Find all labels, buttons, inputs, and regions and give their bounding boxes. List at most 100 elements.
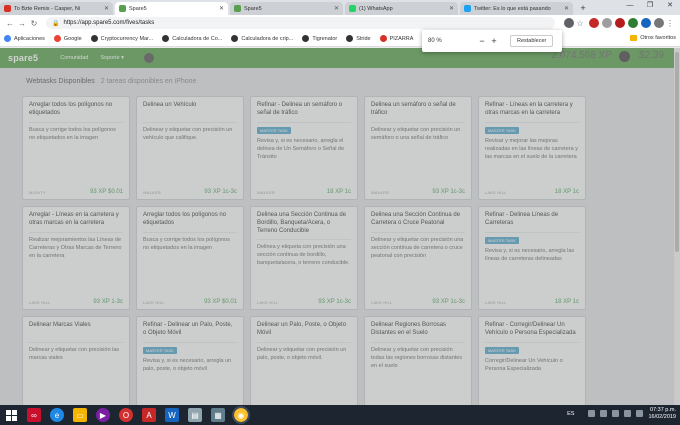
task-card[interactable]: Delinea un semáforo o señal de tráfico De… xyxy=(364,96,472,200)
close-tab-icon[interactable]: ✕ xyxy=(334,5,339,12)
task-card[interactable]: Delinea una Sección Continua de Bordillo… xyxy=(250,206,358,310)
clock[interactable]: 07:37 p.m. 16/02/2019 xyxy=(648,407,676,421)
app-icon[interactable]: ▦ xyxy=(211,408,225,422)
clock-date: 16/02/2019 xyxy=(648,413,676,420)
browser-toolbar: ← → ↻ 🔒 https://app.spare5.com/fives/tas… xyxy=(0,15,680,31)
task-card[interactable]: Refinar - Delinea Líneas de Carreteras MA… xyxy=(478,206,586,310)
browser-tab[interactable]: To Bzte Remix - Casper, Ni ✕ xyxy=(0,2,113,15)
close-tab-icon[interactable]: ✕ xyxy=(449,5,454,12)
browser-tab[interactable]: Spare5 ✕ xyxy=(230,2,343,15)
bookmark-icon xyxy=(346,35,354,42)
windows-start-icon[interactable] xyxy=(4,408,18,422)
bookmark-item[interactable]: Tigrenator xyxy=(302,35,337,42)
bookmark-item[interactable]: Calculadora de Co... xyxy=(162,35,222,42)
browser-tab[interactable]: (1) WhatsApp ✕ xyxy=(345,2,458,15)
header-avatar[interactable] xyxy=(143,53,154,63)
tray-icon[interactable] xyxy=(588,410,596,418)
task-owner: WALKER xyxy=(371,189,389,195)
reload-icon[interactable]: ↻ xyxy=(28,19,40,28)
address-bar[interactable]: 🔒 https://app.spare5.com/fives/tasks xyxy=(46,17,555,29)
tab-title: (1) WhatsApp xyxy=(359,5,393,12)
task-card[interactable]: Delinea una Sección Continua de Carreter… xyxy=(364,206,472,310)
task-owner: WALKER xyxy=(143,189,161,195)
language-indicator[interactable]: ES xyxy=(567,411,574,417)
close-tab-icon[interactable]: ✕ xyxy=(104,5,109,12)
bookmark-item[interactable]: Calculadora de crip... xyxy=(231,35,293,42)
network-icon[interactable] xyxy=(624,410,632,418)
browser-tab[interactable]: Twitter: Es lo que está pasando ✕ xyxy=(460,2,573,15)
zoom-out-button[interactable]: − xyxy=(476,36,488,46)
iphone-tasks-note: 2 tareas disponibles en iPhone xyxy=(100,78,197,85)
menu-icon[interactable]: ⋮ xyxy=(664,19,676,28)
acrobat-icon[interactable]: A xyxy=(142,408,156,422)
bookmark-item[interactable]: PIZARRA xyxy=(379,35,413,42)
bookmark-item[interactable]: Google xyxy=(53,35,82,42)
task-owner: LAKE HILL xyxy=(29,299,51,305)
browser-tab[interactable]: Spare5 ✕ xyxy=(115,2,228,15)
close-tab-icon[interactable]: ✕ xyxy=(219,5,224,12)
opera-icon[interactable]: O xyxy=(119,408,133,422)
notes-icon[interactable]: ▤ xyxy=(188,408,202,422)
media-icon[interactable]: ▶ xyxy=(96,408,110,422)
task-title: Delinea un semáforo o señal de tráfico xyxy=(371,101,465,123)
task-card[interactable]: Refinar - Delinea un semáforo o señal de… xyxy=(250,96,358,200)
minimize-button[interactable]: — xyxy=(620,0,640,12)
task-card[interactable]: Delinea un Vehículo Delinear y etiquetar … xyxy=(136,96,244,200)
extension-icon[interactable] xyxy=(641,18,651,28)
spare5-logo[interactable]: spare5 xyxy=(8,53,38,63)
task-title: Delinear un Palo, Poste, o Objeto Móvil xyxy=(257,321,351,343)
close-tab-icon[interactable]: ✕ xyxy=(564,5,569,12)
adobe-cc-icon[interactable]: ∞ xyxy=(27,408,41,422)
task-card[interactable]: Arreglar todos los polígonos no etiqueta… xyxy=(136,206,244,310)
tray-icon[interactable] xyxy=(612,410,620,418)
extension-icon[interactable] xyxy=(589,18,599,28)
star-icon[interactable]: ☆ xyxy=(574,19,586,28)
tray-icon[interactable] xyxy=(600,410,608,418)
window-controls: — ❐ ✕ xyxy=(620,0,680,12)
bookmark-label: Cryptocurrency Mar... xyxy=(100,35,154,42)
nav-soporte[interactable]: Soporte ▾ xyxy=(100,55,124,61)
task-card[interactable]: Refinar - Líneas en la carretera y otras… xyxy=(478,96,586,200)
close-window-button[interactable]: ✕ xyxy=(660,0,680,12)
bookmark-item[interactable]: Stride xyxy=(346,35,371,42)
chrome-icon[interactable]: ◉ xyxy=(232,406,250,424)
forward-icon[interactable]: → xyxy=(16,19,28,28)
task-reward: 18 XP 1c xyxy=(326,189,351,195)
file-explorer-icon[interactable]: ▭ xyxy=(73,408,87,422)
new-tab-button[interactable]: + xyxy=(577,2,589,14)
bookmark-item[interactable]: Aplicaciones xyxy=(4,35,45,42)
task-grid: Arreglar todos los polígonos no etiqueta… xyxy=(22,96,586,420)
other-bookmarks[interactable]: Otros favoritos xyxy=(630,35,676,41)
task-reward: 93 XP 1c-3c xyxy=(204,189,237,195)
scrollbar[interactable] xyxy=(674,48,680,405)
scrollbar-thumb[interactable] xyxy=(675,52,679,252)
maximize-button[interactable]: ❐ xyxy=(640,0,660,12)
bookmark-item[interactable]: Cryptocurrency Mar... xyxy=(90,35,154,42)
task-owner: MIGHTY xyxy=(29,189,46,195)
tab-title: To Bzte Remix - Casper, Ni xyxy=(14,5,81,12)
ie-icon[interactable]: e xyxy=(50,408,64,422)
task-card[interactable]: Arreglar - Líneas en la carretera y otra… xyxy=(22,206,130,310)
task-description: Busca y corrige todos los polígonos no e… xyxy=(29,127,116,141)
task-card[interactable]: Arreglar todos los polígonos no etiqueta… xyxy=(22,96,130,200)
zoom-value: 80 % xyxy=(428,38,442,44)
word-icon[interactable]: W xyxy=(165,408,179,422)
volume-icon[interactable] xyxy=(636,410,644,418)
master-task-badge: MASTER TASK xyxy=(257,127,291,134)
nav-comunidad[interactable]: Comunidad xyxy=(60,55,88,61)
task-description: Delinea y etiqueta con precisión una sec… xyxy=(257,244,350,267)
task-owner: LAKE HILL xyxy=(371,299,393,305)
zoom-in-button[interactable]: + xyxy=(488,36,500,46)
zoom-icon[interactable] xyxy=(564,18,574,28)
bookmark-icon xyxy=(4,35,11,42)
profile-avatar[interactable] xyxy=(654,18,664,28)
task-description: Revisa y, si es necesario, arregla el de… xyxy=(257,138,345,160)
extension-icon[interactable] xyxy=(615,18,625,28)
extension-icon[interactable] xyxy=(602,18,612,28)
extension-icon[interactable] xyxy=(628,18,638,28)
zoom-reset-button[interactable]: Restablecer xyxy=(510,35,554,47)
back-icon[interactable]: ← xyxy=(4,19,16,28)
task-title: Delinear Marcas Viales xyxy=(29,321,123,343)
bookmark-icon xyxy=(53,35,61,42)
user-avatar[interactable] xyxy=(619,51,630,62)
